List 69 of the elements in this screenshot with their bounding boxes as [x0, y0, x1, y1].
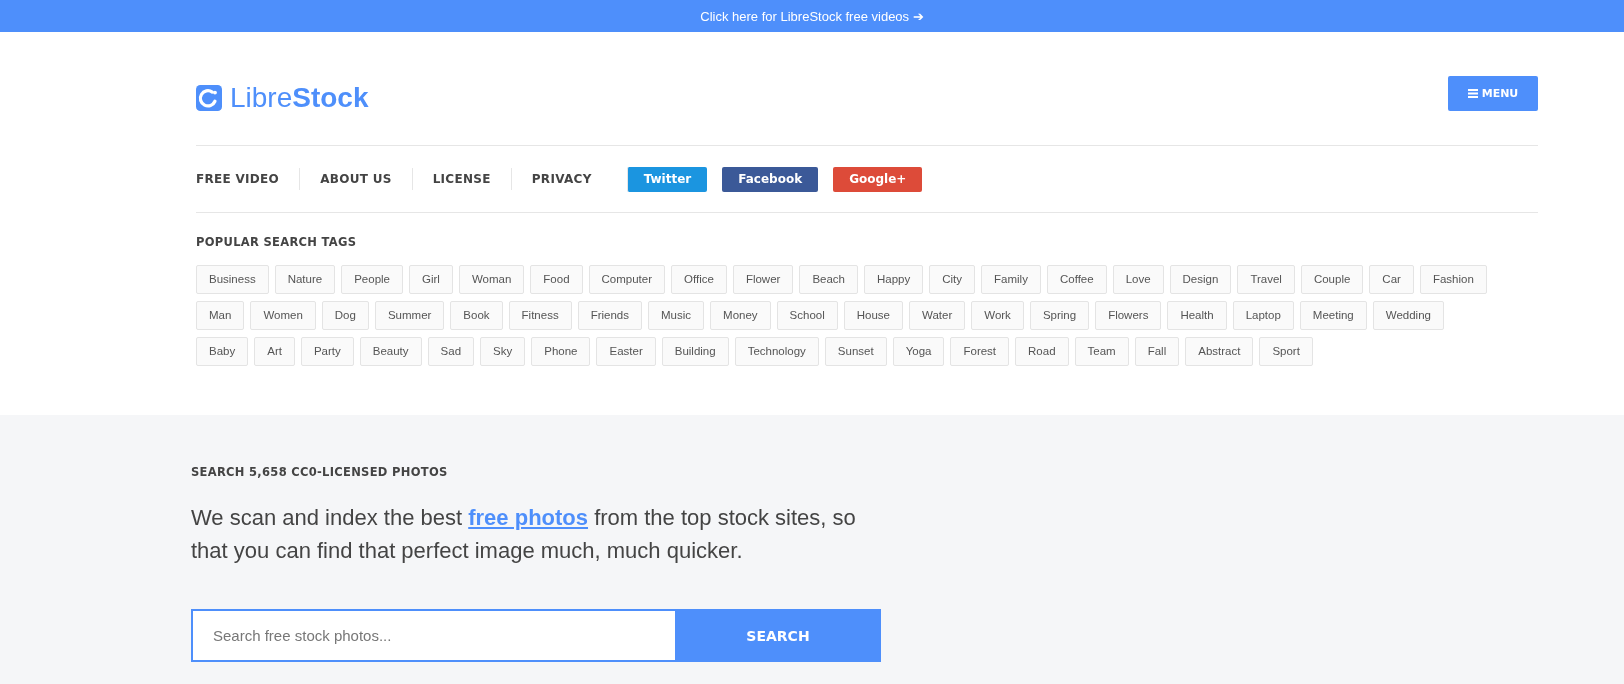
tag-link[interactable]: Yoga [892, 337, 945, 366]
tag-link[interactable]: People [341, 265, 403, 294]
tag-link[interactable]: Easter [596, 337, 656, 366]
tag-link[interactable]: Flower [732, 265, 794, 294]
tag-link[interactable]: Wedding [1372, 301, 1444, 330]
tag-link[interactable]: Abstract [1185, 337, 1254, 366]
tag-link[interactable]: House [843, 301, 903, 330]
tag-link[interactable]: Love [1112, 265, 1164, 294]
tag-link[interactable]: School [776, 301, 838, 330]
tag-link[interactable]: Party [300, 337, 354, 366]
tag-link[interactable]: Water [909, 301, 966, 330]
tag-link[interactable]: Forest [950, 337, 1010, 366]
tag-link[interactable]: Health [1167, 301, 1227, 330]
tag-link[interactable]: Beach [799, 265, 858, 294]
tag-link[interactable]: Business [196, 265, 269, 294]
tag-link[interactable]: Office [671, 265, 727, 294]
tag-link[interactable]: Sky [480, 337, 526, 366]
intro-paragraph: We scan and index the best free photos from the top stock sites, so that you can find that perfect image much, much quicker. [191, 504, 857, 565]
tag-link[interactable]: Team [1074, 337, 1129, 366]
tag-link[interactable]: Building [661, 337, 729, 366]
nav-link[interactable]: ABOUT US [299, 168, 412, 190]
section-heading: SEARCH 5,658 CC0-LICENSED PHOTOS [191, 465, 449, 479]
tag-link[interactable]: Laptop [1232, 301, 1294, 330]
nav-link[interactable]: FREE VIDEO [196, 168, 300, 190]
section-heading: POPULAR SEARCH TAGS [196, 235, 358, 249]
tag-link[interactable]: Art [254, 337, 295, 366]
tag-link[interactable]: Fall [1134, 337, 1180, 366]
search-field[interactable]: Search free stock photos... [191, 609, 675, 662]
logo-icon [196, 84, 222, 111]
tag-link[interactable]: Phone [531, 337, 591, 366]
social-button[interactable]: Google+ [833, 166, 923, 192]
tag-link[interactable]: Friends [577, 301, 642, 330]
tag-link[interactable]: Baby [196, 337, 249, 366]
tag-link[interactable]: Nature [274, 265, 336, 294]
tag-link[interactable]: Girl [409, 265, 453, 294]
tag-link[interactable]: Happy [864, 265, 924, 294]
tag-link[interactable]: Meeting [1299, 301, 1367, 330]
tag-link[interactable]: Road [1015, 337, 1069, 366]
social-button[interactable]: Facebook [722, 166, 819, 192]
tag-link[interactable]: Flowers [1095, 301, 1162, 330]
tag-link[interactable]: Sunset [824, 337, 887, 366]
tag-link[interactable]: Book [450, 301, 503, 330]
tag-link[interactable]: Design [1169, 265, 1232, 294]
tag-link[interactable]: Sad [427, 337, 475, 366]
menu-icon [1467, 89, 1478, 98]
tag-link[interactable]: Work [971, 301, 1024, 330]
nav-link[interactable]: LICENSE [411, 168, 511, 190]
tag-link[interactable]: Woman [458, 265, 525, 294]
tag-link[interactable]: Computer [588, 265, 666, 294]
tag-link[interactable]: Technology [734, 337, 819, 366]
tag-link[interactable]: Car [1369, 265, 1414, 294]
tag-link[interactable]: Coffee [1046, 265, 1107, 294]
tag-link[interactable]: City [929, 265, 976, 294]
tag-link[interactable]: Dog [321, 301, 369, 330]
tag-link[interactable]: Music [648, 301, 705, 330]
tag-link[interactable]: Spring [1029, 301, 1090, 330]
nav-link[interactable]: PRIVACY [510, 168, 612, 190]
tag-link[interactable]: Travel [1237, 265, 1295, 294]
tag-link[interactable]: Beauty [359, 337, 422, 366]
tag-link[interactable]: Money [710, 301, 771, 330]
tag-link[interactable]: Food [530, 265, 583, 294]
tag-link[interactable]: Sport [1259, 337, 1313, 366]
tag-link[interactable]: Couple [1300, 265, 1364, 294]
tag-link[interactable]: Fitness [508, 301, 572, 330]
tag-link[interactable]: Man [196, 301, 245, 330]
tag-link[interactable]: Fashion [1419, 265, 1487, 294]
tag-link[interactable]: Family [981, 265, 1041, 294]
tag-link[interactable]: Summer [374, 301, 445, 330]
tag-link[interactable]: Women [250, 301, 316, 330]
